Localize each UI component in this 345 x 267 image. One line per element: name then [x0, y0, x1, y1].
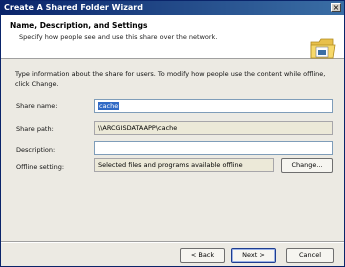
footer-separator [1, 241, 344, 243]
share-name-label: Share name: [16, 102, 58, 110]
wizard-header: Name, Description, and Settings Specify … [1, 15, 344, 59]
title-bar: Create A Shared Folder Wizard × [1, 1, 344, 15]
window-title: Create A Shared Folder Wizard [4, 3, 143, 12]
shared-folder-icon [310, 38, 336, 59]
share-name-value: cache [98, 102, 120, 110]
description-label: Description: [16, 146, 56, 154]
cancel-button[interactable]: Cancel [286, 248, 334, 263]
back-button[interactable]: < Back [180, 248, 225, 263]
page-subtitle: Specify how people see and use this shar… [19, 33, 218, 41]
page-title: Name, Description, and Settings [10, 21, 148, 30]
share-path-label: Share path: [16, 125, 54, 133]
offline-setting-label: Offline setting: [16, 163, 65, 171]
offline-setting-field: Selected files and programs available of… [94, 158, 274, 172]
next-button[interactable]: Next > [231, 248, 276, 263]
close-button[interactable]: × [331, 3, 341, 12]
share-name-input[interactable]: cache [94, 99, 333, 113]
wizard-window: Create A Shared Folder Wizard × Name, De… [0, 0, 345, 267]
intro-text: Type information about the share for use… [15, 70, 326, 88]
description-input[interactable] [94, 141, 333, 155]
change-button[interactable]: Change... [281, 158, 333, 173]
share-path-field: \\ARCGISDATAAPP\cache [94, 121, 333, 135]
